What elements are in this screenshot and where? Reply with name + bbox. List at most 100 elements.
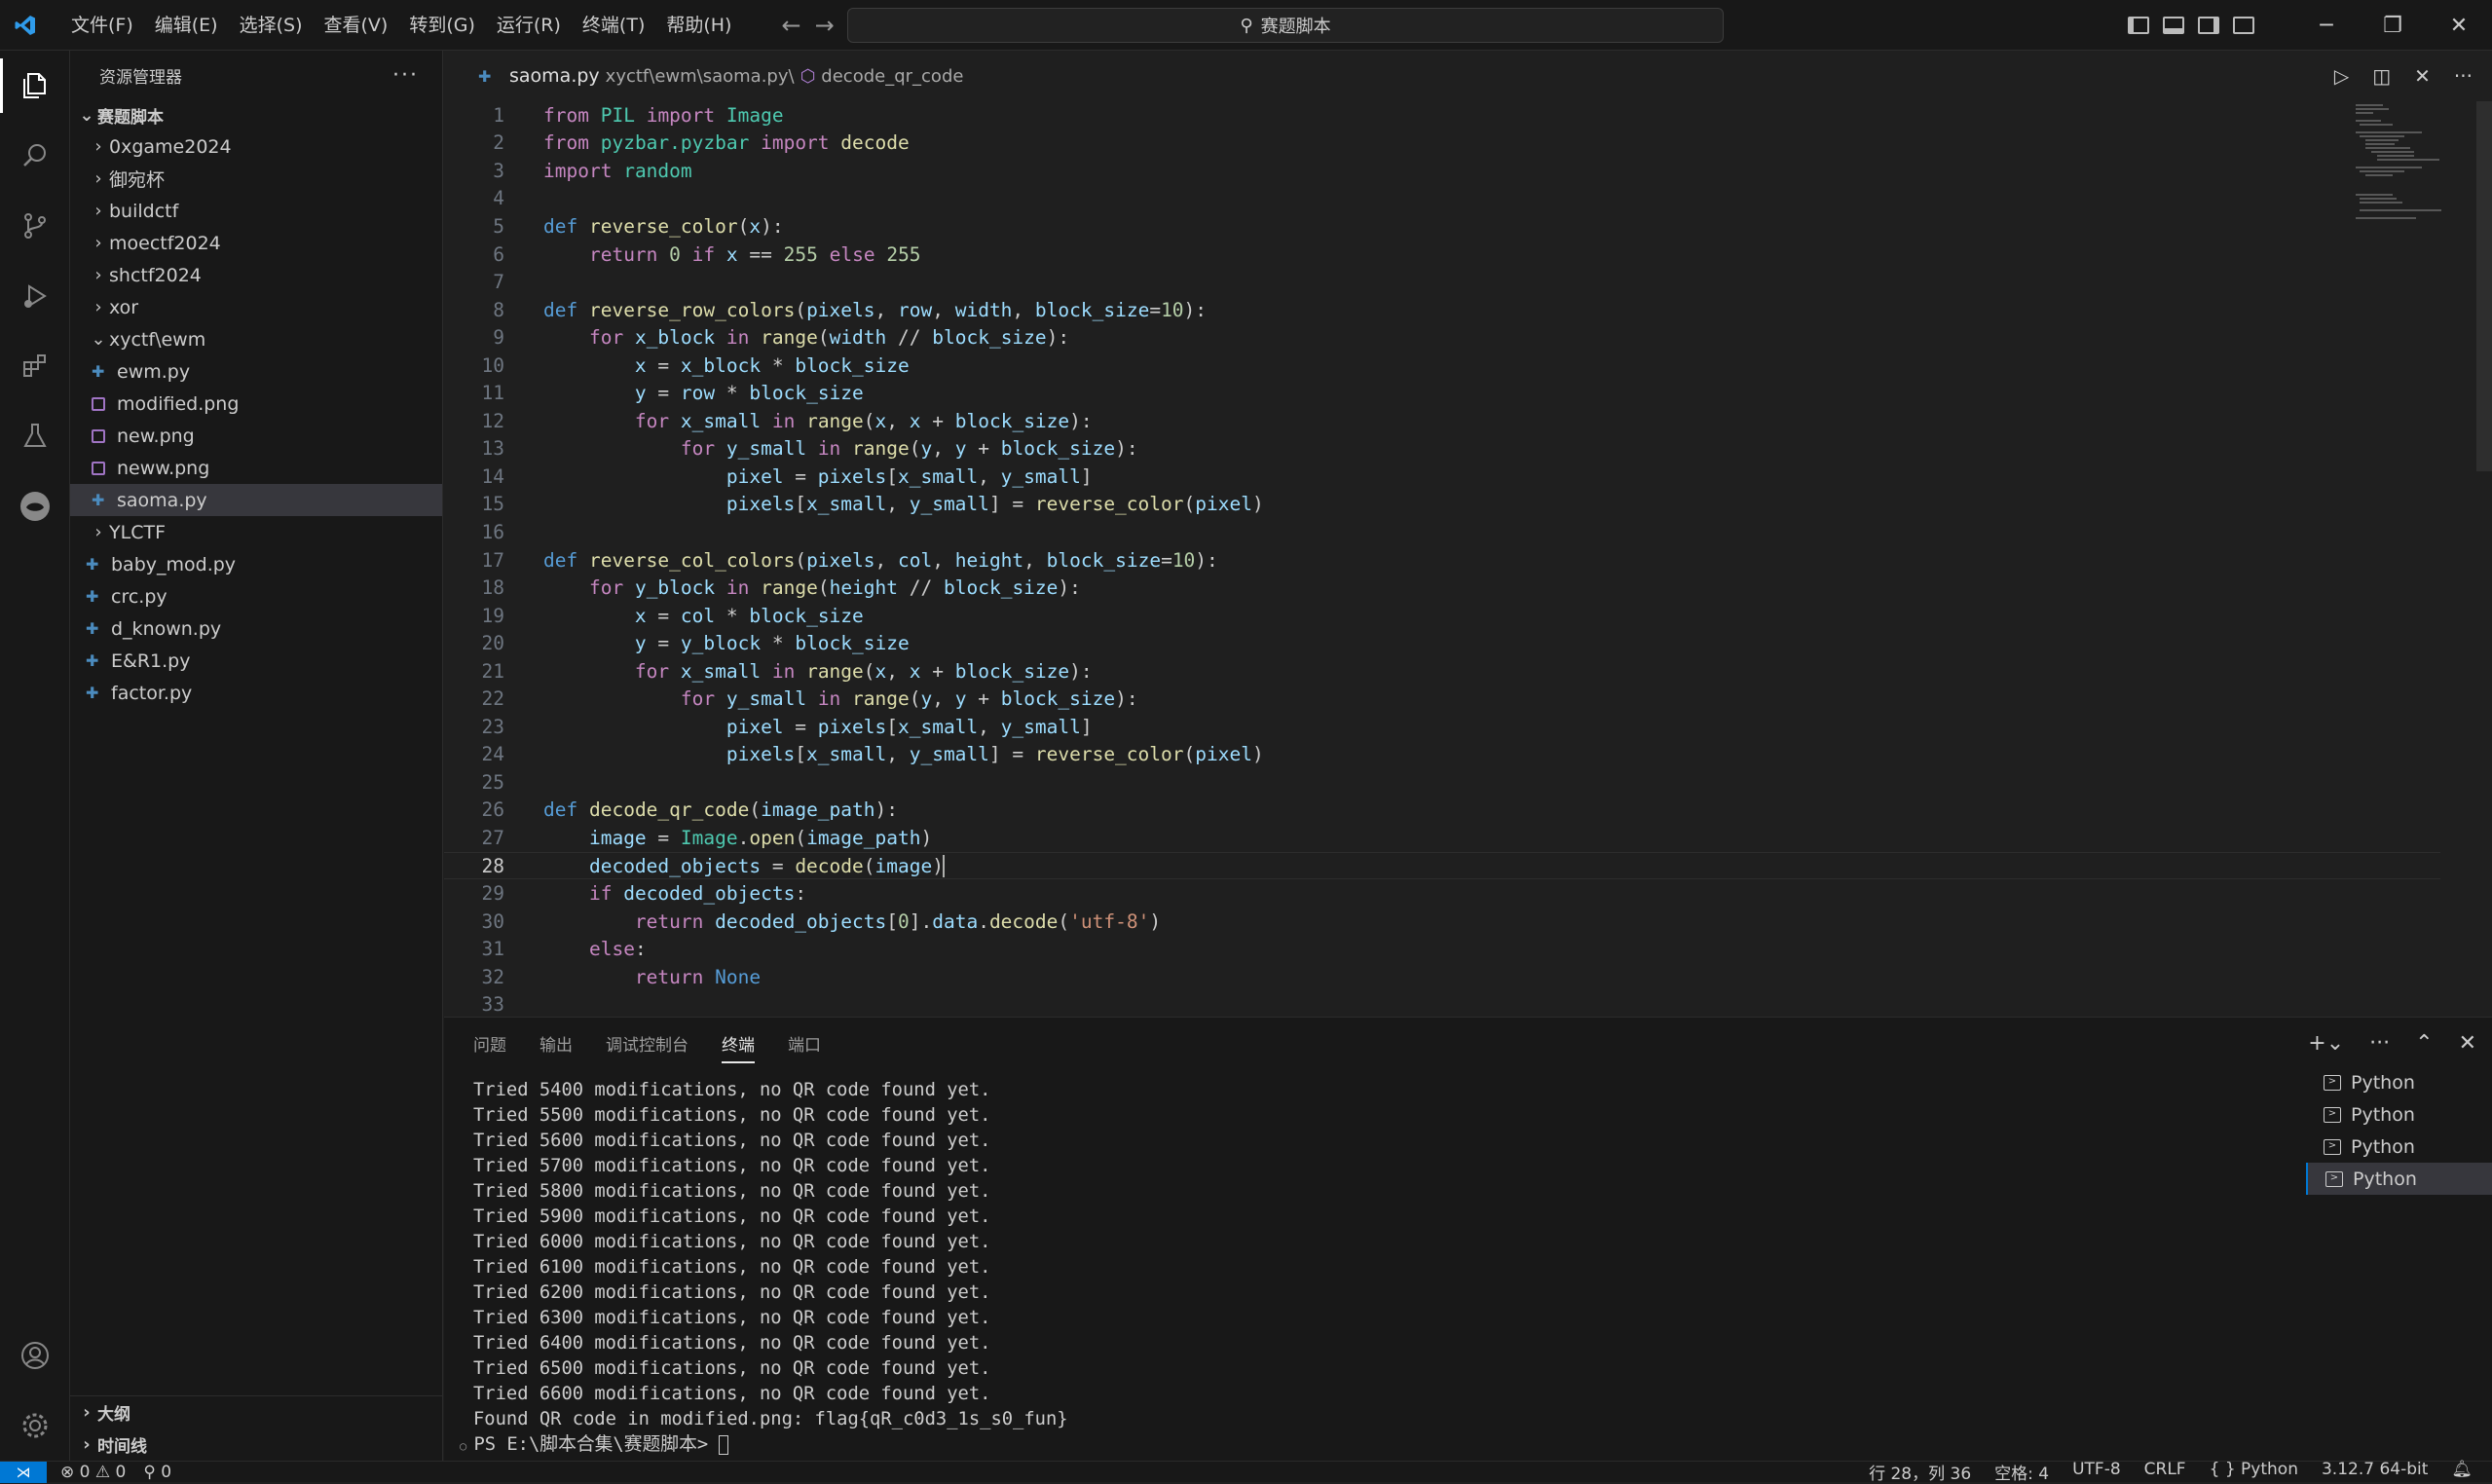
breadcrumb-path[interactable]: xyctf\ewm\saoma.py\ [606, 66, 795, 87]
menu-item[interactable]: 帮助(H) [655, 0, 742, 51]
panel-tab[interactable]: 端口 [788, 1031, 821, 1056]
python-file-icon: ✚ [86, 684, 99, 702]
tree-item[interactable]: ✚ ewm.py [70, 355, 442, 388]
run-file-icon[interactable]: ▷ [2334, 64, 2349, 88]
back-arrow-icon[interactable]: ← [781, 12, 800, 39]
menu-item[interactable]: 查看(V) [314, 0, 399, 51]
tree-item[interactable]: › shctf2024 [70, 259, 442, 291]
outline-label: 大纲 [97, 1405, 130, 1425]
tree-item[interactable]: ✚ E&R1.py [70, 645, 442, 677]
toggle-sidebar-icon[interactable] [2128, 17, 2149, 34]
terminal-prompt[interactable]: ○ PS E:\脚本合集\赛题脚本> [460, 1432, 1068, 1458]
panel-tabs: 问题 输出 调试控制台 终端 端口 [444, 1018, 2492, 1068]
encoding[interactable]: UTF-8 [2072, 1460, 2121, 1484]
indentation[interactable]: 空格: 4 [1994, 1460, 2049, 1484]
menu-item[interactable]: 运行(R) [486, 0, 572, 51]
manage-gear-icon[interactable] [0, 1391, 70, 1461]
menu-item[interactable]: 选择(S) [229, 0, 314, 51]
tree-item[interactable]: ✚ crc.py [70, 580, 442, 612]
code-line: 18 for y_block in range(height // block_… [481, 576, 1081, 600]
line-ending[interactable]: CRLF [2144, 1460, 2186, 1484]
more-actions-icon[interactable]: ··· [2454, 64, 2473, 88]
outline-section[interactable]: › 大纲 [70, 1396, 443, 1428]
code-view[interactable]: 1 from PIL import Image 2 from pyzbar.pyzb… [444, 101, 2440, 1019]
code-line: 33 [481, 993, 504, 1017]
ports-indicator[interactable]: ⚲ 0 [143, 1463, 171, 1482]
new-terminal-icon[interactable]: +⌄ [2308, 1031, 2344, 1056]
menu-item[interactable]: 编辑(E) [144, 0, 229, 51]
editor-scrollbar[interactable] [2476, 101, 2492, 471]
tree-item[interactable]: ⌄ xyctf\ewm [70, 323, 442, 355]
tree-item[interactable]: ✚ saoma.py [70, 484, 442, 516]
menu-item[interactable]: 转到(G) [398, 0, 486, 51]
tree-item[interactable]: › YLCTF [70, 516, 442, 548]
tree-item[interactable]: › 0xgame2024 [70, 130, 442, 163]
tree-item[interactable]: › buildctf [70, 195, 442, 227]
timeline-section[interactable]: › 时间线 [70, 1428, 443, 1461]
language-mode[interactable]: { } Python [2210, 1460, 2298, 1484]
python-interpreter[interactable]: 3.12.7 64-bit [2322, 1460, 2428, 1484]
explorer-icon[interactable] [0, 51, 70, 121]
terminal-instance[interactable]: > Python [2306, 1131, 2492, 1163]
command-center-search[interactable]: ⚲ 赛题脚本 [847, 8, 1724, 43]
source-control-icon[interactable] [0, 191, 70, 261]
toggle-secondary-sidebar-icon[interactable] [2198, 17, 2219, 34]
tree-item[interactable]: new.png [70, 420, 442, 452]
tree-item[interactable]: modified.png [70, 388, 442, 420]
remote-indicator-icon[interactable]: ⋊ [0, 1461, 47, 1483]
minimap[interactable] [2354, 101, 2471, 228]
tree-item-label: d_known.py [111, 617, 222, 640]
testing-flask-icon[interactable] [0, 401, 70, 471]
cursor-position[interactable]: 行 28，列 36 [1869, 1460, 1971, 1484]
python-file-icon: ✚ [86, 555, 99, 574]
tree-item[interactable]: ✚ factor.py [70, 677, 442, 709]
more-actions-icon[interactable]: ··· [392, 63, 419, 88]
customize-layout-icon[interactable] [2233, 17, 2254, 34]
minimize-button[interactable]: ─ [2293, 0, 2360, 51]
problems-indicator[interactable]: ⊗ 0 ⚠ 0 [60, 1463, 126, 1482]
close-editor-icon[interactable]: ✕ [2414, 64, 2431, 88]
python-file-icon: ✚ [86, 651, 99, 670]
run-debug-icon[interactable] [0, 261, 70, 331]
panel-tab[interactable]: 终端 [722, 1031, 755, 1063]
tree-item[interactable]: ✚ d_known.py [70, 612, 442, 645]
tree-item[interactable]: › 御宛杯 [70, 163, 442, 195]
accounts-icon[interactable] [0, 1320, 70, 1391]
terminal-instance[interactable]: > Python [2306, 1098, 2492, 1131]
extensions-icon[interactable] [0, 331, 70, 401]
workspace-folder-root[interactable]: ⌄ 赛题脚本 [70, 99, 442, 130]
chevron-right-icon: › [94, 168, 102, 189]
panel-tab[interactable]: 输出 [539, 1031, 573, 1056]
breadcrumb-filename[interactable]: saoma.py [509, 65, 600, 87]
notifications-bell-icon[interactable]: 🔔︎ [2451, 1460, 2473, 1484]
prompt-circle-icon: ○ [460, 1439, 474, 1453]
panel-tab[interactable]: 问题 [473, 1031, 506, 1056]
split-editor-icon[interactable]: ◫ [2372, 64, 2391, 88]
terminal-instance[interactable]: > Python [2306, 1163, 2492, 1195]
menu-item[interactable]: 终端(T) [572, 0, 655, 51]
more-actions-icon[interactable]: ··· [2369, 1031, 2390, 1056]
chevron-right-icon: › [94, 201, 102, 221]
panel-tab[interactable]: 调试控制台 [606, 1031, 688, 1056]
close-panel-icon[interactable]: ✕ [2459, 1031, 2476, 1056]
language-label: Python [2241, 1460, 2298, 1479]
tree-item[interactable]: ✚ baby_mod.py [70, 548, 442, 580]
workspace-folder-label: 赛题脚本 [97, 107, 164, 128]
maximize-panel-icon[interactable]: ⌃ [2415, 1031, 2433, 1056]
tree-item[interactable]: › xor [70, 291, 442, 323]
tree-item[interactable]: › moectf2024 [70, 227, 442, 259]
close-window-button[interactable]: ✕ [2426, 0, 2492, 51]
code-line: 24 pixels[x_small, y_small] = reverse_co… [481, 743, 1264, 766]
search-view-icon[interactable] [0, 121, 70, 191]
remote-explorer-icon[interactable] [0, 471, 70, 541]
forward-arrow-icon[interactable]: → [815, 12, 835, 39]
menu-item[interactable]: 文件(F) [60, 0, 144, 51]
restore-button[interactable]: ❐ [2360, 0, 2426, 51]
terminal-instance[interactable]: > Python [2306, 1066, 2492, 1098]
tree-item[interactable]: neww.png [70, 452, 442, 484]
breadcrumb-symbol[interactable]: decode_qr_code [821, 66, 963, 87]
terminal-instance-label: Python [2353, 1168, 2417, 1190]
toggle-panel-icon[interactable] [2163, 17, 2184, 34]
terminal-output[interactable]: Tried 5400 modifications, no QR code fou… [460, 1078, 1068, 1458]
editor-area[interactable]: ✚ saoma.py xyctf\ewm\saoma.py\ ⬡ decode_… [444, 51, 2492, 1017]
